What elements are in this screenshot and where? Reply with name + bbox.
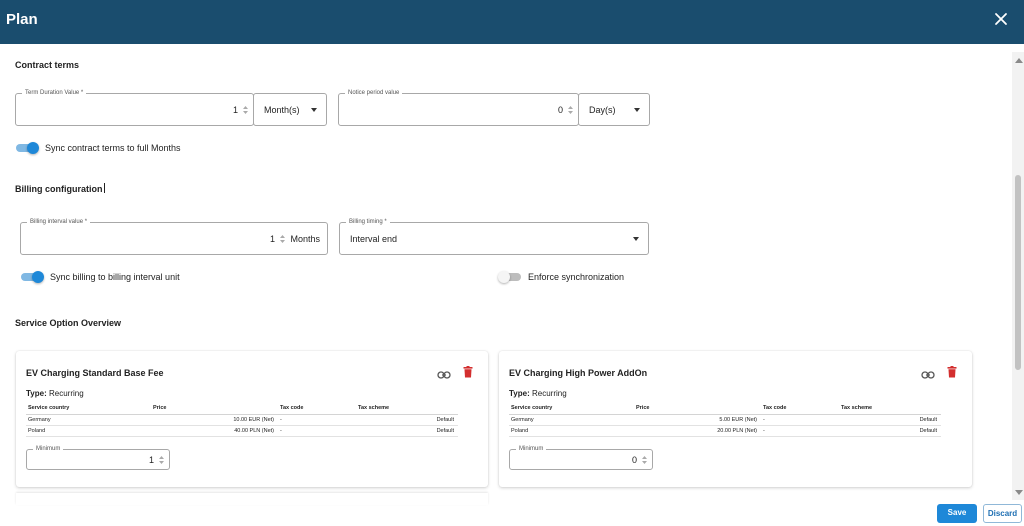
delete-icon[interactable] (463, 365, 473, 378)
billing-timing-label: Billing timing * (346, 218, 390, 226)
tax-code-cell: - (761, 414, 839, 426)
stepper-icon[interactable] (279, 234, 286, 244)
tax-scheme-cell: Default (839, 425, 941, 437)
notice-unit-select[interactable]: Day(s) (578, 93, 650, 126)
price-cell: 40.00 PLN (Net) (151, 425, 278, 437)
service-type: Type: Recurring (509, 389, 567, 398)
sync-contract-label: Sync contract terms to full Months (45, 143, 181, 153)
minimum-value: 1 (148, 454, 154, 465)
sync-billing-label: Sync billing to billing interval unit (50, 272, 180, 282)
minimum-field[interactable]: Minimum 1 (26, 445, 170, 470)
tax-scheme-cell: Default (839, 414, 941, 426)
notice-period-label: Notice period value (345, 89, 403, 97)
sync-billing-toggle[interactable] (20, 270, 46, 284)
price-table: Service country Price Tax code Tax schem… (26, 403, 458, 437)
dialog-title: Plan (6, 11, 38, 28)
term-unit-select[interactable]: Month(s) (253, 93, 327, 126)
service-type: Type: Recurring (26, 389, 84, 398)
price-table: Service country Price Tax code Tax schem… (509, 403, 941, 437)
link-icon[interactable] (921, 367, 935, 379)
stepper-icon[interactable] (242, 105, 249, 115)
column-header: Tax scheme (356, 403, 458, 415)
stepper-icon[interactable] (641, 455, 648, 465)
country-cell: Germany (509, 414, 634, 426)
notice-unit-value: Day(s) (589, 104, 616, 115)
tax-scheme-cell: Default (356, 425, 458, 437)
tax-code-cell: - (278, 414, 356, 426)
notice-period-field[interactable]: Notice period value 0 (338, 89, 579, 126)
billing-interval-field[interactable]: Billing interval value * 1 Months (20, 218, 328, 255)
minimum-field[interactable]: Minimum 0 (509, 445, 653, 470)
country-cell: Poland (509, 425, 634, 437)
chevron-down-icon (311, 108, 317, 112)
enforce-sync-toggle[interactable] (498, 270, 524, 284)
link-icon[interactable] (437, 367, 451, 379)
billing-interval-unit: Months (290, 233, 320, 244)
text-cursor (103, 183, 105, 193)
billing-interval-label: Billing interval value * (27, 218, 91, 226)
tax-scheme-cell: Default (356, 414, 458, 426)
service-overview-heading: Service Option Overview (15, 318, 122, 328)
billing-timing-value: Interval end (350, 233, 398, 244)
term-duration-label: Term Duration Value * (22, 89, 87, 97)
country-cell: Poland (26, 425, 151, 437)
scroll-down-arrow-icon[interactable] (1015, 490, 1023, 495)
table-row: Poland 40.00 PLN (Net) - Default (26, 425, 458, 437)
chevron-down-icon (633, 237, 639, 241)
minimum-label: Minimum (33, 445, 64, 453)
column-header: Service country (509, 403, 634, 415)
tax-code-cell: - (761, 425, 839, 437)
tax-code-cell: - (278, 425, 356, 437)
term-duration-field[interactable]: Term Duration Value * 1 (15, 89, 254, 126)
service-card: EV Charging High Power AddOn Type: Recur… (499, 351, 972, 487)
service-card: EV Charging Standard Base Fee Type: Recu… (16, 351, 488, 487)
delete-icon[interactable] (947, 365, 957, 378)
price-cell: 10.00 EUR (Net) (151, 414, 278, 426)
price-cell: 5.00 EUR (Net) (634, 414, 761, 426)
column-header: Tax code (278, 403, 356, 415)
term-duration-value: 1 (232, 104, 238, 115)
term-unit-value: Month(s) (264, 104, 300, 115)
dialog-header: Plan (0, 0, 1024, 44)
enforce-sync-label: Enforce synchronization (528, 272, 625, 282)
column-header: Price (634, 403, 761, 415)
stepper-icon[interactable] (567, 105, 574, 115)
minimum-label: Minimum (516, 445, 547, 453)
save-button[interactable]: Save (937, 504, 977, 523)
column-header: Price (151, 403, 278, 415)
service-card-title: EV Charging Standard Base Fee (26, 368, 164, 378)
billing-interval-value: 1 (269, 233, 275, 244)
column-header: Tax scheme (839, 403, 941, 415)
scrollbar-thumb[interactable] (1015, 175, 1021, 370)
table-row: Germany 10.00 EUR (Net) - Default (26, 414, 458, 426)
service-card-title: EV Charging High Power AddOn (509, 368, 648, 378)
billing-timing-select[interactable]: Billing timing * Interval end (339, 218, 649, 255)
table-header-row: Service country Price Tax code Tax schem… (26, 403, 458, 415)
sync-contract-toggle[interactable] (15, 141, 41, 155)
billing-configuration-heading: Billing configuration (15, 183, 105, 194)
stepper-icon[interactable] (158, 455, 165, 465)
close-icon[interactable] (992, 10, 1010, 28)
price-cell: 20.00 PLN (Net) (634, 425, 761, 437)
table-row: Poland 20.00 PLN (Net) - Default (509, 425, 941, 437)
discard-button[interactable]: Discard (983, 504, 1022, 523)
table-header-row: Service country Price Tax code Tax schem… (509, 403, 941, 415)
notice-period-value: 0 (557, 104, 563, 115)
country-cell: Germany (26, 414, 151, 426)
service-card (16, 493, 488, 505)
chevron-down-icon (634, 108, 640, 112)
scroll-up-arrow-icon[interactable] (1015, 58, 1023, 63)
column-header: Tax code (761, 403, 839, 415)
column-header: Service country (26, 403, 151, 415)
minimum-value: 0 (631, 454, 637, 465)
table-row: Germany 5.00 EUR (Net) - Default (509, 414, 941, 426)
contract-terms-heading: Contract terms (15, 60, 80, 70)
